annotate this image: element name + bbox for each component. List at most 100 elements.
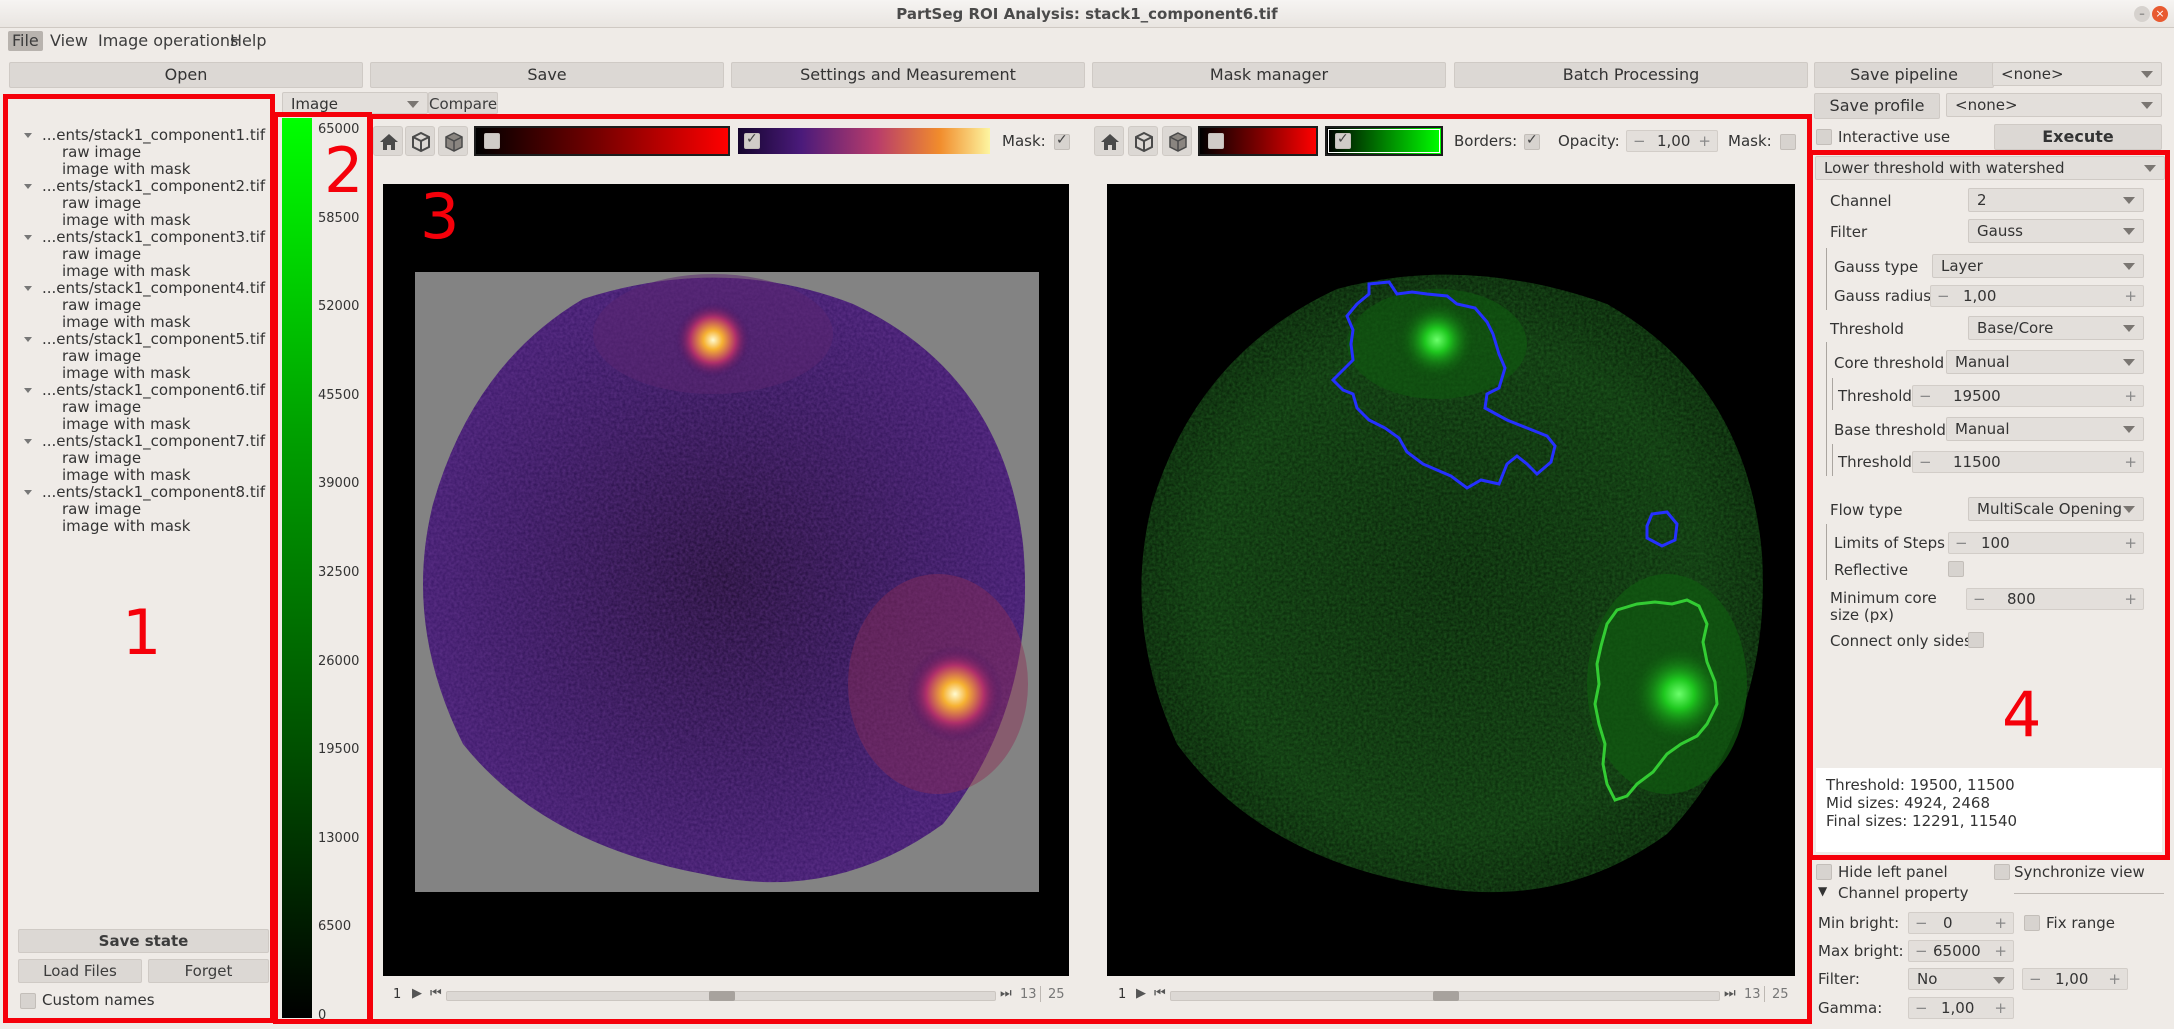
view1-slider-thumb[interactable] (709, 991, 735, 1001)
reflective-checkbox[interactable] (1948, 561, 1964, 577)
load-files-button[interactable]: Load Files (18, 959, 142, 983)
view2-rotate-button[interactable] (1162, 126, 1192, 156)
raw-image-item[interactable]: raw image (62, 347, 141, 365)
gamma-increment-icon[interactable]: + (1994, 998, 2007, 1018)
view1-mask-checkbox[interactable] (1054, 132, 1070, 150)
file-entry[interactable]: ...ents/stack1_component3.tif (24, 228, 265, 246)
base-threshold-increment-icon[interactable]: + (2124, 452, 2137, 472)
mask-manager-button[interactable]: Mask manager (1092, 62, 1446, 88)
save-state-button[interactable]: Save state (18, 929, 269, 953)
min-core-increment-icon[interactable]: + (2124, 589, 2137, 609)
expand-arrow-icon[interactable] (24, 439, 32, 444)
view2-home-button[interactable] (1094, 126, 1124, 156)
connect-sides-checkbox[interactable] (1968, 632, 1984, 648)
hide-left-panel-checkbox[interactable] (1816, 864, 1832, 880)
file-entry[interactable]: ...ents/stack1_component7.tif (24, 432, 265, 450)
synchronize-view-checkbox[interactable] (1994, 864, 2010, 880)
forget-button[interactable]: Forget (148, 959, 269, 983)
menu-view[interactable]: View (46, 31, 92, 51)
fix-range-checkbox[interactable] (2024, 915, 2040, 931)
base-threshold-select[interactable]: Manual (1946, 417, 2144, 441)
expand-arrow-icon[interactable] (24, 286, 32, 291)
opacity-increment-icon[interactable]: + (1698, 131, 1711, 151)
expand-arrow-icon[interactable] (24, 235, 32, 240)
file-entry[interactable]: ...ents/stack1_component6.tif (24, 381, 265, 399)
core-threshold-increment-icon[interactable]: + (2124, 386, 2137, 406)
opacity-spinbox[interactable]: − 1,00 + (1626, 130, 1718, 152)
image-with-mask-item[interactable]: image with mask (62, 466, 190, 484)
max-bright-decrement-icon[interactable]: − (1915, 941, 1928, 961)
raw-image-item[interactable]: raw image (62, 194, 141, 212)
threshold-select[interactable]: Base/Core (1968, 316, 2144, 340)
compare-button[interactable]: Compare (428, 92, 498, 114)
max-bright-increment-icon[interactable]: + (1994, 941, 2007, 961)
view2-play-icon[interactable]: ▶ (1136, 986, 1146, 1001)
pipeline-select[interactable]: <none> (1992, 62, 2162, 86)
menu-image-operations[interactable]: Image operations (94, 31, 242, 51)
borders-checkbox[interactable] (1524, 132, 1540, 150)
image-with-mask-item[interactable]: image with mask (62, 262, 190, 280)
expand-arrow-icon[interactable] (24, 133, 32, 138)
save-pipeline-button[interactable]: Save pipeline (1814, 62, 1994, 88)
limits-increment-icon[interactable]: + (2124, 533, 2137, 553)
image-mode-select[interactable]: Image (282, 92, 428, 114)
gamma-decrement-icon[interactable]: − (1915, 998, 1928, 1018)
expand-arrow-icon[interactable] (24, 184, 32, 189)
view2-colormap-red[interactable] (1198, 126, 1318, 156)
raw-image-item[interactable]: raw image (62, 296, 141, 314)
view1-canvas[interactable] (383, 184, 1069, 976)
open-button[interactable]: Open (9, 62, 363, 88)
view2-slider-thumb[interactable] (1433, 991, 1459, 1001)
view2-3d-button[interactable] (1128, 126, 1158, 156)
view2-colormap-green[interactable] (1325, 126, 1443, 156)
file-entry[interactable]: ...ents/stack1_component8.tif (24, 483, 265, 501)
gauss-type-select[interactable]: Layer (1932, 254, 2144, 278)
raw-image-item[interactable]: raw image (62, 500, 141, 518)
core-threshold-decrement-icon[interactable]: − (1919, 386, 1932, 406)
menu-file[interactable]: File (8, 31, 43, 51)
gauss-radius-increment-icon[interactable]: + (2124, 286, 2137, 306)
raw-image-item[interactable]: raw image (62, 449, 141, 467)
view2-mask-checkbox[interactable] (1780, 134, 1796, 150)
image-with-mask-item[interactable]: image with mask (62, 415, 190, 433)
bright-filter-increment-icon[interactable]: + (2108, 969, 2121, 989)
raw-image-item[interactable]: raw image (62, 245, 141, 263)
limits-decrement-icon[interactable]: − (1955, 533, 1968, 553)
menu-help[interactable]: Help (226, 31, 270, 51)
save-button[interactable]: Save (370, 62, 724, 88)
view2-first-icon[interactable]: ⏮ (1154, 986, 1166, 1001)
algorithm-select[interactable]: Lower threshold with watershed (1815, 156, 2165, 180)
channel-property-label[interactable]: Channel property (1838, 884, 1969, 902)
expand-arrow-icon[interactable] (24, 490, 32, 495)
view2-channel-2-checkbox[interactable] (1335, 131, 1351, 149)
view2-channel-1-checkbox[interactable] (1208, 133, 1224, 149)
bright-filter-decrement-icon[interactable]: − (2029, 969, 2042, 989)
raw-image-item[interactable]: raw image (62, 143, 141, 161)
core-threshold-spinbox[interactable]: − 19500 + (1912, 385, 2144, 407)
3d-rotate-button[interactable] (438, 126, 468, 156)
filter-select[interactable]: Gauss (1968, 219, 2144, 243)
core-threshold-select[interactable]: Manual (1946, 350, 2144, 374)
view1-last-icon[interactable]: ⏭ (1000, 986, 1012, 1001)
expand-arrow-icon[interactable] (24, 337, 32, 342)
image-with-mask-item[interactable]: image with mask (62, 313, 190, 331)
min-core-decrement-icon[interactable]: − (1973, 589, 1986, 609)
profile-select[interactable]: <none> (1946, 93, 2162, 117)
min-bright-spinbox[interactable]: − 0 + (1908, 912, 2014, 934)
view2-layer-slider[interactable] (1170, 991, 1720, 1001)
file-entry[interactable]: ...ents/stack1_component5.tif (24, 330, 265, 348)
raw-image-item[interactable]: raw image (62, 398, 141, 416)
channel-1-checkbox[interactable] (484, 133, 500, 149)
min-bright-increment-icon[interactable]: + (1994, 913, 2007, 933)
base-threshold-spinbox[interactable]: − 11500 + (1912, 451, 2144, 473)
settings-button[interactable]: Settings and Measurement (731, 62, 1085, 88)
view2-canvas[interactable] (1107, 184, 1795, 976)
file-entry[interactable]: ...ents/stack1_component1.tif (24, 126, 265, 144)
opacity-decrement-icon[interactable]: − (1633, 131, 1646, 151)
max-bright-spinbox[interactable]: − 65000 + (1908, 940, 2014, 962)
bright-filter-select[interactable]: No (1908, 968, 2014, 990)
close-icon[interactable]: × (2152, 6, 2168, 22)
gauss-radius-decrement-icon[interactable]: − (1937, 286, 1950, 306)
channel-2-checkbox[interactable] (744, 131, 760, 149)
home-view-button[interactable] (373, 126, 403, 156)
